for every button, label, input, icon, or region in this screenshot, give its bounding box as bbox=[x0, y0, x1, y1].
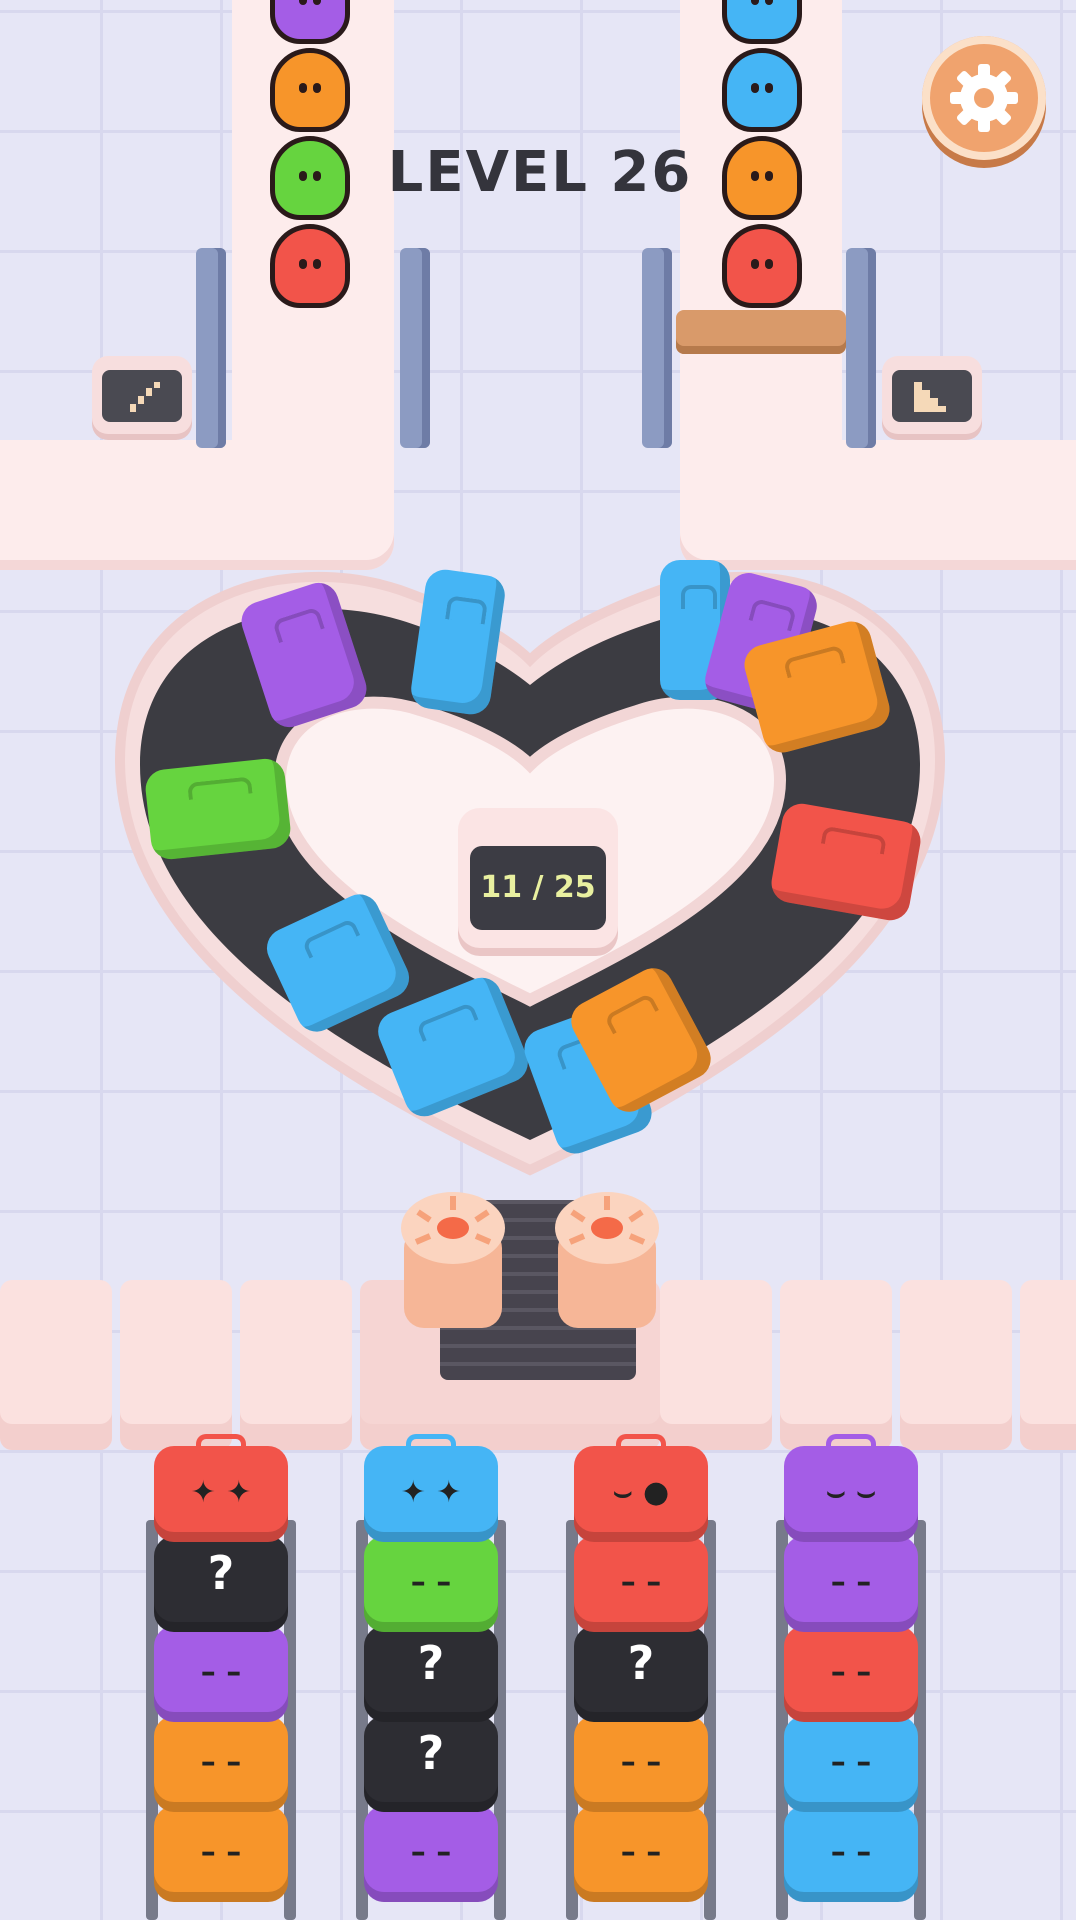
face-icon: – – bbox=[200, 1655, 242, 1690]
face-icon: – – bbox=[620, 1745, 662, 1780]
suitcase: – – bbox=[364, 1794, 498, 1902]
suitcase[interactable]: ⌣ ⌣ bbox=[784, 1434, 918, 1542]
suitcase: – – bbox=[574, 1704, 708, 1812]
passenger bbox=[270, 224, 350, 308]
face-icon: – – bbox=[200, 1835, 242, 1870]
face-icon: – – bbox=[620, 1565, 662, 1600]
suitcase: – – bbox=[784, 1614, 918, 1722]
right-roller bbox=[552, 1188, 662, 1338]
face-icon: – – bbox=[410, 1565, 452, 1600]
suitcase[interactable]: ✦ ✦ bbox=[364, 1434, 498, 1542]
settings-button[interactable] bbox=[922, 36, 1046, 160]
level-title: LEVEL 26 bbox=[387, 140, 693, 205]
suitcase: – – bbox=[364, 1524, 498, 1632]
passenger bbox=[722, 136, 802, 220]
face-icon: ✦ ✦ bbox=[190, 1475, 252, 1510]
left-gate-sign bbox=[92, 356, 192, 434]
left-walkway-horizontal bbox=[0, 440, 394, 570]
suitcase[interactable]: ⌣ ● bbox=[574, 1434, 708, 1542]
suitcase: – – bbox=[154, 1794, 288, 1902]
right-gate-post-outer bbox=[846, 248, 876, 448]
luggage-lane[interactable]: ⌣ ● – –? – – – – bbox=[566, 1434, 716, 1920]
suitcase: – – bbox=[154, 1614, 288, 1722]
face-icon: – – bbox=[830, 1565, 872, 1600]
right-gate-barrier bbox=[676, 310, 846, 354]
gear-icon bbox=[950, 64, 1018, 132]
face-icon: – – bbox=[830, 1745, 872, 1780]
progress-text: 11 / 25 bbox=[470, 846, 606, 930]
suitcase: – – bbox=[574, 1524, 708, 1632]
question-mark-icon: ? bbox=[627, 1636, 655, 1690]
right-gate-post-inner bbox=[642, 248, 672, 448]
face-icon: – – bbox=[620, 1835, 662, 1870]
belt-suitcase bbox=[143, 756, 293, 862]
passenger bbox=[270, 48, 350, 132]
left-gate-post-inner bbox=[400, 248, 430, 448]
mystery-suitcase: ? bbox=[154, 1524, 288, 1632]
stairs-up-icon bbox=[126, 382, 160, 412]
face-icon: – – bbox=[410, 1835, 452, 1870]
suitcase[interactable]: ✦ ✦ bbox=[154, 1434, 288, 1542]
luggage-lane[interactable]: ✦ ✦? – – – – – – bbox=[146, 1434, 296, 1920]
suitcase: – – bbox=[784, 1794, 918, 1902]
passenger bbox=[722, 224, 802, 308]
face-icon: – – bbox=[830, 1655, 872, 1690]
question-mark-icon: ? bbox=[207, 1546, 235, 1600]
right-walkway-horizontal bbox=[680, 440, 1076, 570]
stairs-down-icon bbox=[914, 382, 946, 412]
passenger bbox=[270, 136, 350, 220]
suitcase: – – bbox=[784, 1524, 918, 1632]
face-icon: ✦ ✦ bbox=[400, 1475, 462, 1510]
passenger bbox=[722, 0, 802, 44]
passenger bbox=[722, 48, 802, 132]
question-mark-icon: ? bbox=[417, 1726, 445, 1780]
mystery-suitcase: ? bbox=[364, 1614, 498, 1722]
question-mark-icon: ? bbox=[417, 1636, 445, 1690]
luggage-lane[interactable]: ⌣ ⌣ – – – – – – – – bbox=[776, 1434, 926, 1920]
suitcase: – – bbox=[154, 1704, 288, 1812]
mystery-suitcase: ? bbox=[574, 1614, 708, 1722]
face-icon: ⌣ ● bbox=[612, 1475, 670, 1510]
luggage-lane[interactable]: ✦ ✦ – –?? – – bbox=[356, 1434, 506, 1920]
passenger bbox=[270, 0, 350, 44]
face-icon: – – bbox=[830, 1835, 872, 1870]
suitcase: – – bbox=[784, 1704, 918, 1812]
face-icon: – – bbox=[200, 1745, 242, 1780]
suitcase: – – bbox=[574, 1794, 708, 1902]
left-roller bbox=[398, 1188, 508, 1338]
right-gate-sign bbox=[882, 356, 982, 434]
progress-counter: 11 / 25 bbox=[458, 808, 618, 948]
face-icon: ⌣ ⌣ bbox=[826, 1475, 876, 1510]
left-gate-post-outer bbox=[196, 248, 226, 448]
mystery-suitcase: ? bbox=[364, 1704, 498, 1812]
